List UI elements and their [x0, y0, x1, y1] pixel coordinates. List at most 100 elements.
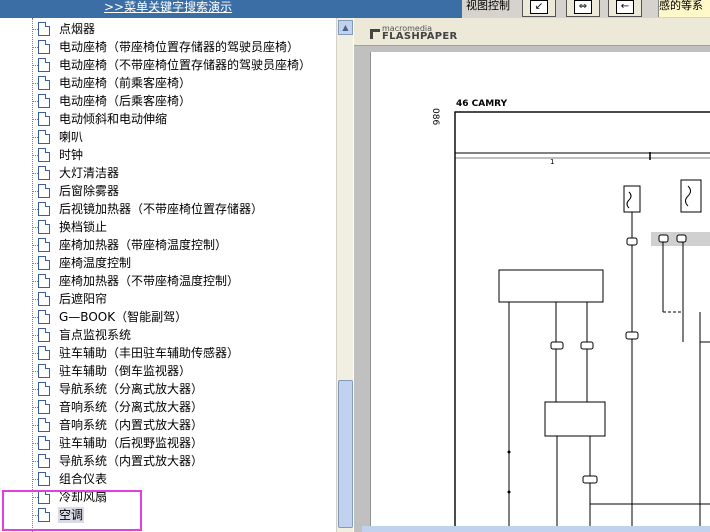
- tree-item-label: 音响系统（分离式放大器）: [59, 400, 204, 414]
- tree-item[interactable]: 电动座椅（带座椅位置存储器的驾驶员座椅）: [38, 38, 300, 56]
- view-button-1[interactable]: ↙: [522, 0, 556, 17]
- document-icon: [38, 472, 50, 486]
- document-icon: [38, 130, 50, 144]
- tree-item-label: 盲点监视系统: [59, 328, 132, 342]
- view-button-3[interactable]: ←: [608, 0, 642, 17]
- tree-item[interactable]: 喇叭: [38, 128, 84, 146]
- document-icon: [38, 58, 50, 72]
- tree-item-label: 时钟: [59, 148, 84, 162]
- document-viewer: macromedia FLASHPAPER 086 46 CAMRY 1: [354, 18, 710, 532]
- scroll-up-icon[interactable]: ▲: [338, 20, 353, 35]
- document-icon: [38, 22, 50, 36]
- tree-item[interactable]: G—BOOK（智能副驾）: [38, 308, 188, 326]
- wiring-diagram: 086 46 CAMRY 1: [430, 99, 710, 532]
- document-icon: [38, 274, 50, 288]
- tree-branch-line: [32, 65, 38, 66]
- tree-item-label: 电动座椅（前乘客座椅）: [59, 76, 192, 90]
- tree-scrollbar[interactable]: ▲: [336, 18, 353, 532]
- view-control-label: 视图控制: [466, 0, 510, 12]
- tree-item[interactable]: 音响系统（分离式放大器）: [38, 398, 204, 416]
- tree-item[interactable]: 电动座椅（后乘客座椅）: [38, 92, 192, 110]
- tree-item[interactable]: 时钟: [38, 146, 84, 164]
- tree-item[interactable]: 后遮阳帘: [38, 290, 108, 308]
- document-page[interactable]: 086 46 CAMRY 1: [370, 52, 710, 532]
- document-icon: [38, 256, 50, 270]
- fuse-ig: [680, 179, 702, 213]
- tree-item[interactable]: 组合仪表: [38, 470, 108, 488]
- document-icon: [38, 382, 50, 396]
- ecu-block: [498, 269, 604, 303]
- tree-branch-line: [32, 389, 38, 390]
- tree-item-label: 大灯清洁器: [59, 166, 120, 180]
- keyword-search-demo-link[interactable]: >>菜单关键字搜索演示: [104, 0, 232, 16]
- tree-item[interactable]: 驻车辅助（丰田驻车辅助传感器）: [38, 344, 240, 362]
- scrollbar-thumb[interactable]: [338, 380, 353, 528]
- tree-item-label: 音响系统（内置式放大器）: [59, 418, 204, 432]
- tree-branch-line: [32, 425, 38, 426]
- diagram-frame: [454, 111, 710, 532]
- tree-item[interactable]: 座椅温度控制: [38, 254, 132, 272]
- tree-item[interactable]: 驻车辅助（后视野监视器）: [38, 434, 204, 452]
- view-button-2[interactable]: ⇔: [566, 0, 600, 17]
- splice-point: [507, 490, 511, 494]
- tree-item[interactable]: 后窗除雾器: [38, 182, 120, 200]
- splice-point: [507, 450, 511, 454]
- tree-item[interactable]: 电动座椅（不带座椅位置存储器的驾驶员座椅）: [38, 56, 312, 74]
- tree-item[interactable]: 导航系统（分离式放大器）: [38, 380, 204, 398]
- tree-item[interactable]: 点烟器: [38, 20, 96, 38]
- tree-branch-line: [32, 137, 38, 138]
- tree-item[interactable]: 换档锁止: [38, 218, 108, 236]
- tree-item[interactable]: 电动倾斜和电动伸缩: [38, 110, 168, 128]
- tree-item[interactable]: 后视镜加热器（不带座椅位置存储器）: [38, 200, 264, 218]
- tree-item-label: 座椅温度控制: [59, 256, 132, 270]
- document-icon: [38, 76, 50, 90]
- document-icon: [38, 220, 50, 234]
- tree-branch-line: [32, 227, 38, 228]
- tail-text: 感的等系: [658, 0, 710, 17]
- tree-item-label: 电动座椅（不带座椅位置存储器的驾驶员座椅）: [59, 58, 312, 72]
- tree-item-label: 导航系统（分离式放大器）: [59, 382, 204, 396]
- tree-branch-line: [32, 461, 38, 462]
- logo-big-text: FLASHPAPER: [382, 31, 458, 42]
- tree-branch-line: [32, 281, 38, 282]
- document-icon: [38, 328, 50, 342]
- back-arrow-icon: ←: [616, 0, 634, 14]
- tree-item[interactable]: 大灯清洁器: [38, 164, 120, 182]
- fuse-bat: [623, 185, 641, 213]
- document-icon: [38, 184, 50, 198]
- connector: [626, 237, 638, 246]
- tree-item[interactable]: 音响系统（内置式放大器）: [38, 416, 204, 434]
- tree-item-label: 驻车辅助（丰田驻车辅助传感器）: [59, 346, 240, 360]
- tree-branch-line: [32, 335, 38, 336]
- document-icon: [38, 166, 50, 180]
- document-icon: [38, 364, 50, 378]
- tree-branch-line: [32, 209, 38, 210]
- document-icon: [38, 400, 50, 414]
- tree-item-label: 组合仪表: [59, 472, 108, 486]
- document-icon: [38, 310, 50, 324]
- connector: [582, 475, 598, 484]
- tree-item[interactable]: 座椅加热器（带座椅温度控制）: [38, 236, 228, 254]
- connector: [658, 234, 669, 243]
- highlight-annotation-box: [2, 490, 142, 531]
- tree-item[interactable]: 驻车辅助（倒车监视器）: [38, 362, 192, 380]
- tree-branch-line: [32, 443, 38, 444]
- tree-branch-line: [32, 353, 38, 354]
- document-icon: [38, 292, 50, 306]
- tree-item-label: 导航系统（内置式放大器）: [59, 454, 204, 468]
- tree-item-label: 座椅加热器（不带座椅温度控制）: [59, 274, 240, 288]
- page-number: 086: [430, 108, 440, 125]
- tree-branch-line: [32, 83, 38, 84]
- tree-item-label: 电动倾斜和电动伸缩: [59, 112, 168, 126]
- tree-item[interactable]: 电动座椅（前乘客座椅）: [38, 74, 192, 92]
- relay-block: [544, 401, 606, 437]
- viewer-scrollbar[interactable]: [362, 526, 710, 532]
- tree-branch-line: [32, 191, 38, 192]
- tree-item[interactable]: 导航系统（内置式放大器）: [38, 452, 204, 470]
- tree-item[interactable]: 座椅加热器（不带座椅温度控制）: [38, 272, 240, 290]
- document-icon: [38, 112, 50, 126]
- document-icon: [38, 436, 50, 450]
- document-icon: [38, 148, 50, 162]
- tree-item-label: 后窗除雾器: [59, 184, 120, 198]
- tree-item[interactable]: 盲点监视系统: [38, 326, 132, 344]
